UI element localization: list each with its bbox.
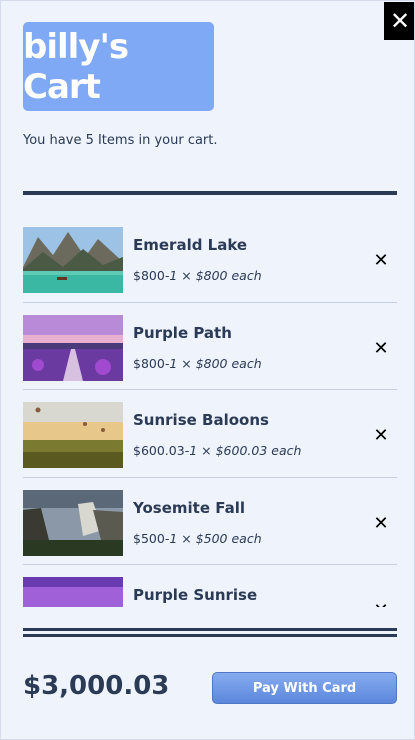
sunset-path-image: [23, 314, 123, 381]
item-quantity: -1 × $800 each: [164, 355, 262, 371]
item-total: $500: [133, 530, 165, 546]
item-price: $800-1 × $800 each: [133, 356, 262, 371]
remove-item-button[interactable]: ✕: [371, 513, 391, 534]
divider: [23, 628, 397, 631]
cart-panel: ✕ billy's Cart You have 5 Items in your …: [0, 0, 415, 740]
cart-item: Yosemite Fall $500-1 × $500 each ✕: [23, 478, 397, 565]
item-name: Purple Sunrise: [133, 586, 258, 604]
remove-item-button[interactable]: ✕: [371, 338, 391, 359]
lake-image: [23, 227, 123, 293]
balloons-image: [23, 402, 123, 468]
divider: [23, 191, 397, 195]
cart-total: $3,000.03: [23, 671, 170, 701]
item-price: $500-1 × $500 each: [133, 531, 262, 546]
close-button[interactable]: ✕: [384, 2, 414, 40]
item-price: $800-1 × $800 each: [133, 268, 262, 283]
item-quantity: -1 × $600.03 each: [184, 443, 302, 458]
item-name: Purple Path: [133, 323, 232, 342]
item-total: $600.03: [133, 443, 185, 458]
cart-item: Purple Path $800-1 × $800 each ✕: [23, 303, 397, 390]
divider: [23, 634, 397, 637]
remove-item-button[interactable]: ✕: [371, 601, 391, 608]
cart-item-list[interactable]: Emerald Lake $800-1 × $800 each ✕ Purple…: [23, 215, 397, 607]
item-quantity: -1 × $800 each: [164, 268, 262, 283]
cart-title-banner: billy's Cart: [23, 22, 214, 111]
remove-item-button[interactable]: ✕: [371, 251, 391, 271]
item-name: Sunrise Baloons: [133, 411, 269, 429]
item-total: $800: [133, 355, 165, 371]
cart-item: Sunrise Baloons $600.03-1 × $600.03 each…: [23, 390, 397, 478]
item-total: $800: [133, 268, 165, 283]
pay-with-card-button[interactable]: Pay With Card: [212, 672, 397, 704]
item-name: Yosemite Fall: [133, 498, 246, 517]
remove-item-button[interactable]: ✕: [371, 426, 391, 446]
cart-item: Emerald Lake $800-1 × $800 each ✕: [23, 215, 397, 303]
item-quantity: -1 × $500 each: [164, 530, 262, 546]
cart-item: Purple Sunrise ✕: [23, 565, 397, 607]
cart-summary-text: You have 5 Items in your cart.: [23, 133, 218, 148]
purple-sky-image: [23, 577, 123, 607]
valley-image: [23, 489, 123, 556]
item-price: $600.03-1 × $600.03 each: [133, 443, 301, 458]
item-name: Emerald Lake: [133, 236, 248, 254]
